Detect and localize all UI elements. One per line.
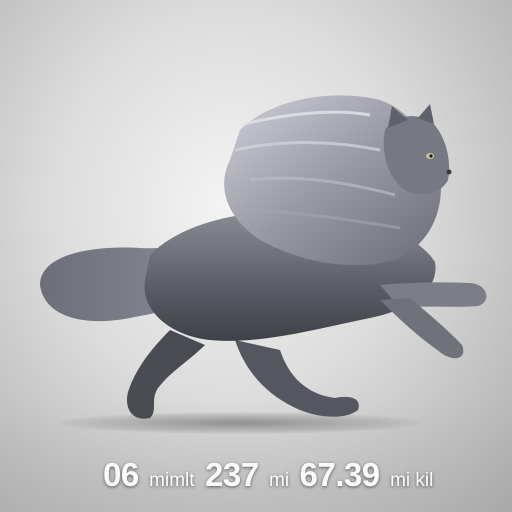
- cat-back-leg-right: [235, 340, 359, 417]
- cat-nose: [446, 169, 452, 175]
- caption-unit-2: mi: [269, 470, 290, 491]
- cat-back-leg-left: [126, 330, 205, 419]
- caption-value-1: 06: [103, 456, 139, 493]
- caption-value-2: 237: [205, 456, 259, 493]
- cat-pupil: [429, 154, 433, 158]
- caption-unit-1: mimlt: [149, 470, 195, 491]
- caption-value-3: 67.39: [299, 456, 381, 493]
- running-cat-illustration: [40, 95, 487, 419]
- caption-unit-3: mi kil: [390, 470, 434, 491]
- cat-front-leg-lower: [380, 298, 464, 359]
- photo-scene: 06 mimlt 237 mi 67.39 mi kil: [0, 0, 512, 512]
- caption-overlay: 06 mimlt 237 mi 67.39 mi kil: [103, 452, 503, 498]
